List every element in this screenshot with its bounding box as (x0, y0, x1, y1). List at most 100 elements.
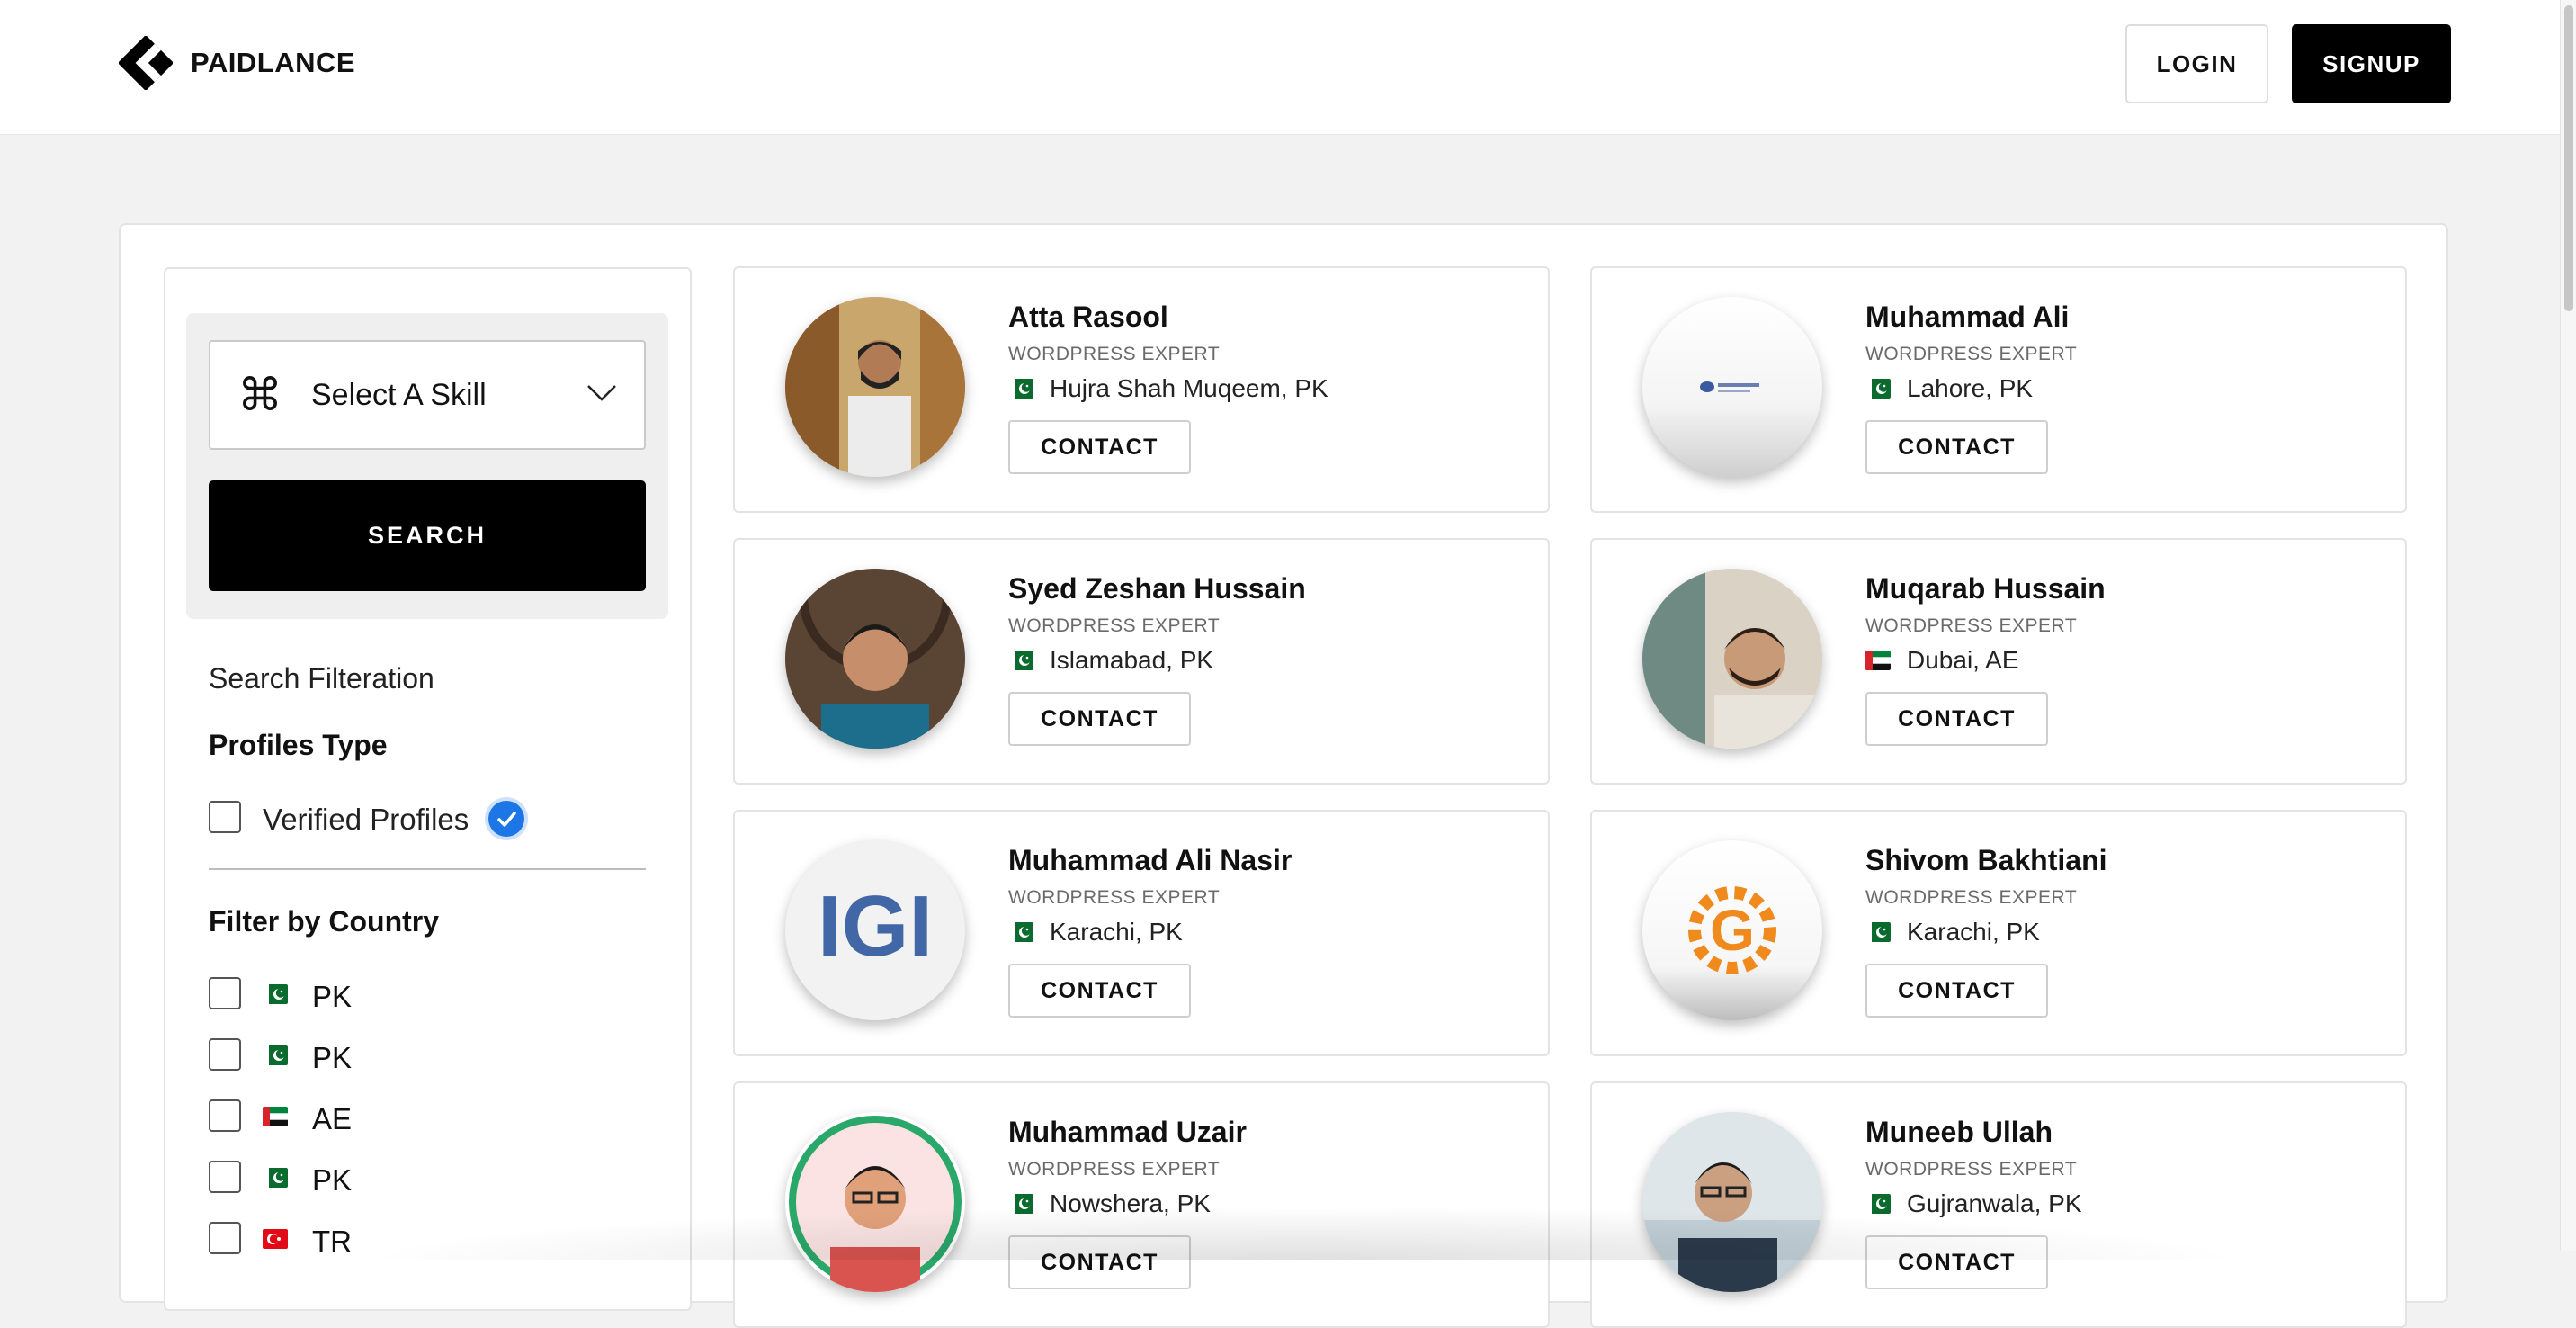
search-button[interactable]: SEARCH (209, 480, 646, 591)
avatar[interactable] (1642, 1112, 1822, 1292)
avatar[interactable] (785, 569, 965, 749)
page-scrollbar[interactable] (2560, 0, 2576, 1251)
avatar[interactable] (1642, 297, 1822, 477)
freelancer-location: Dubai, AE (1865, 646, 2019, 675)
freelancer-role: WORDPRESS EXPERT (1865, 887, 2078, 908)
scrollbar-thumb[interactable] (2564, 5, 2573, 311)
freelancer-name[interactable]: Shivom Bakhtiani (1865, 844, 2107, 877)
freelancer-name[interactable]: Muqarab Hussain (1865, 572, 2106, 606)
flag-pk-icon (1008, 651, 1033, 670)
freelancer-location: Karachi, PK (1865, 918, 2040, 947)
country-code: PK (312, 1163, 353, 1197)
flag-pk-icon (263, 984, 288, 1004)
login-button[interactable]: LOGIN (2125, 24, 2268, 103)
freelancer-name[interactable]: Syed Zeshan Hussain (1008, 572, 1306, 606)
freelancer-location: Gujranwala, PK (1865, 1189, 2082, 1218)
skill-select-label: Select A Skill (311, 377, 487, 412)
freelancer-role: WORDPRESS EXPERT (1865, 1159, 2078, 1180)
contact-button[interactable]: CONTACT (1865, 692, 2048, 746)
chevron-down-icon (586, 384, 617, 407)
freelancer-card: Muneeb Ullah WORDPRESS EXPERT Gujranwala, … (1590, 1081, 2407, 1328)
country-filter-heading: Filter by Country (209, 905, 440, 938)
contact-button[interactable]: CONTACT (1008, 964, 1191, 1018)
freelancer-card: Muqarab Hussain WORDPRESS EXPERT Dubai, AE… (1590, 538, 2407, 785)
avatar[interactable]: IGI (785, 840, 965, 1020)
location-text: Nowshera, PK (1050, 1189, 1211, 1217)
signup-button[interactable]: SIGNUP (2292, 24, 2451, 103)
location-text: Karachi, PK (1907, 918, 2040, 946)
flag-ae-icon (263, 1107, 288, 1126)
contact-button[interactable]: CONTACT (1865, 964, 2048, 1018)
freelancer-name[interactable]: Muhammad Ali Nasir (1008, 844, 1292, 877)
brand-name: PAIDLANCE (191, 47, 356, 78)
freelancer-name[interactable]: Muhammad Uzair (1008, 1116, 1247, 1149)
freelancer-card: G Shivom Bakhtiani WORDPRESS EXPERT Karach… (1590, 810, 2407, 1056)
flag-pk-icon (1865, 1194, 1891, 1214)
flag-pk-icon (1008, 379, 1033, 399)
country-checkbox[interactable] (209, 1099, 241, 1132)
freelancer-role: WORDPRESS EXPERT (1008, 1159, 1221, 1180)
verified-profiles-label: Verified Profiles (263, 803, 470, 836)
svg-text:IGI: IGI (818, 878, 933, 974)
top-navbar: PAIDLANCE LOGIN SIGNUP (0, 0, 2576, 135)
country-checkbox[interactable] (209, 977, 241, 1009)
freelancer-location: Karachi, PK (1008, 918, 1183, 947)
avatar[interactable] (785, 297, 965, 477)
flag-pk-icon (263, 1168, 288, 1188)
flag-tr-icon (263, 1229, 288, 1249)
paidlance-logo-icon (119, 36, 173, 90)
location-text: Karachi, PK (1050, 918, 1183, 946)
freelancer-location: Islamabad, PK (1008, 646, 1213, 675)
freelancer-card: IGI Muhammad Ali Nasir WORDPRESS EXPERT Ka… (733, 810, 1550, 1056)
flag-pk-icon (1865, 379, 1891, 399)
freelancer-role: WORDPRESS EXPERT (1008, 344, 1221, 364)
svg-text:G: G (1710, 898, 1755, 963)
flag-ae-icon (1865, 651, 1891, 670)
avatar[interactable]: G (1642, 840, 1822, 1020)
contact-button[interactable]: CONTACT (1865, 420, 2048, 474)
freelancer-role: WORDPRESS EXPERT (1008, 615, 1221, 636)
contact-button[interactable]: CONTACT (1865, 1235, 2048, 1289)
flag-pk-icon (263, 1045, 288, 1065)
location-text: Dubai, AE (1907, 646, 2019, 674)
freelancer-role: WORDPRESS EXPERT (1865, 344, 2078, 364)
freelancer-location: Lahore, PK (1865, 374, 2033, 403)
location-text: Lahore, PK (1907, 374, 2034, 402)
filter-section-title: Search Filteration (209, 662, 434, 695)
country-checkbox[interactable] (209, 1161, 241, 1193)
country-code: PK (312, 1041, 353, 1074)
freelancer-name[interactable]: Atta Rasool (1008, 301, 1168, 334)
location-text: Hujra Shah Muqeem, PK (1050, 374, 1328, 402)
country-code: PK (312, 980, 353, 1013)
location-text: Gujranwala, PK (1907, 1189, 2082, 1217)
freelancer-role: WORDPRESS EXPERT (1865, 615, 2078, 636)
verified-badge-icon (488, 801, 524, 837)
filter-divider (209, 868, 646, 870)
freelancer-location: Hujra Shah Muqeem, PK (1008, 374, 1328, 403)
freelancer-role: WORDPRESS EXPERT (1008, 887, 1221, 908)
freelancer-card: Muhammad Uzair WORDPRESS EXPERT Nowshera, … (733, 1081, 1550, 1328)
freelancer-name[interactable]: Muhammad Ali (1865, 301, 2069, 334)
country-code: AE (312, 1102, 353, 1135)
contact-button[interactable]: CONTACT (1008, 420, 1191, 474)
location-text: Islamabad, PK (1050, 646, 1214, 674)
command-icon: ⌘ (237, 370, 282, 420)
flag-pk-icon (1008, 1194, 1033, 1214)
freelancer-card: Syed Zeshan Hussain WORDPRESS EXPERT Islam… (733, 538, 1550, 785)
skill-select[interactable]: ⌘ Select A Skill (209, 340, 646, 450)
verified-profiles-checkbox[interactable] (209, 801, 241, 833)
country-checkbox[interactable] (209, 1038, 241, 1071)
freelancer-name[interactable]: Muneeb Ullah (1865, 1116, 2053, 1149)
contact-button[interactable]: CONTACT (1008, 1235, 1191, 1289)
freelancer-card: Muhammad Ali WORDPRESS EXPERT Lahore, PK CO… (1590, 266, 2407, 513)
country-code: TR (312, 1225, 352, 1258)
freelancer-location: Nowshera, PK (1008, 1189, 1211, 1218)
contact-button[interactable]: CONTACT (1008, 692, 1191, 746)
flag-pk-icon (1008, 922, 1033, 942)
flag-pk-icon (1865, 922, 1891, 942)
freelancer-card: Atta Rasool WORDPRESS EXPERT Hujra Shah Mu… (733, 266, 1550, 513)
avatar[interactable] (1642, 569, 1822, 749)
country-checkbox[interactable] (209, 1222, 241, 1254)
brand-logo[interactable]: PAIDLANCE (119, 36, 355, 90)
avatar[interactable] (785, 1112, 965, 1292)
